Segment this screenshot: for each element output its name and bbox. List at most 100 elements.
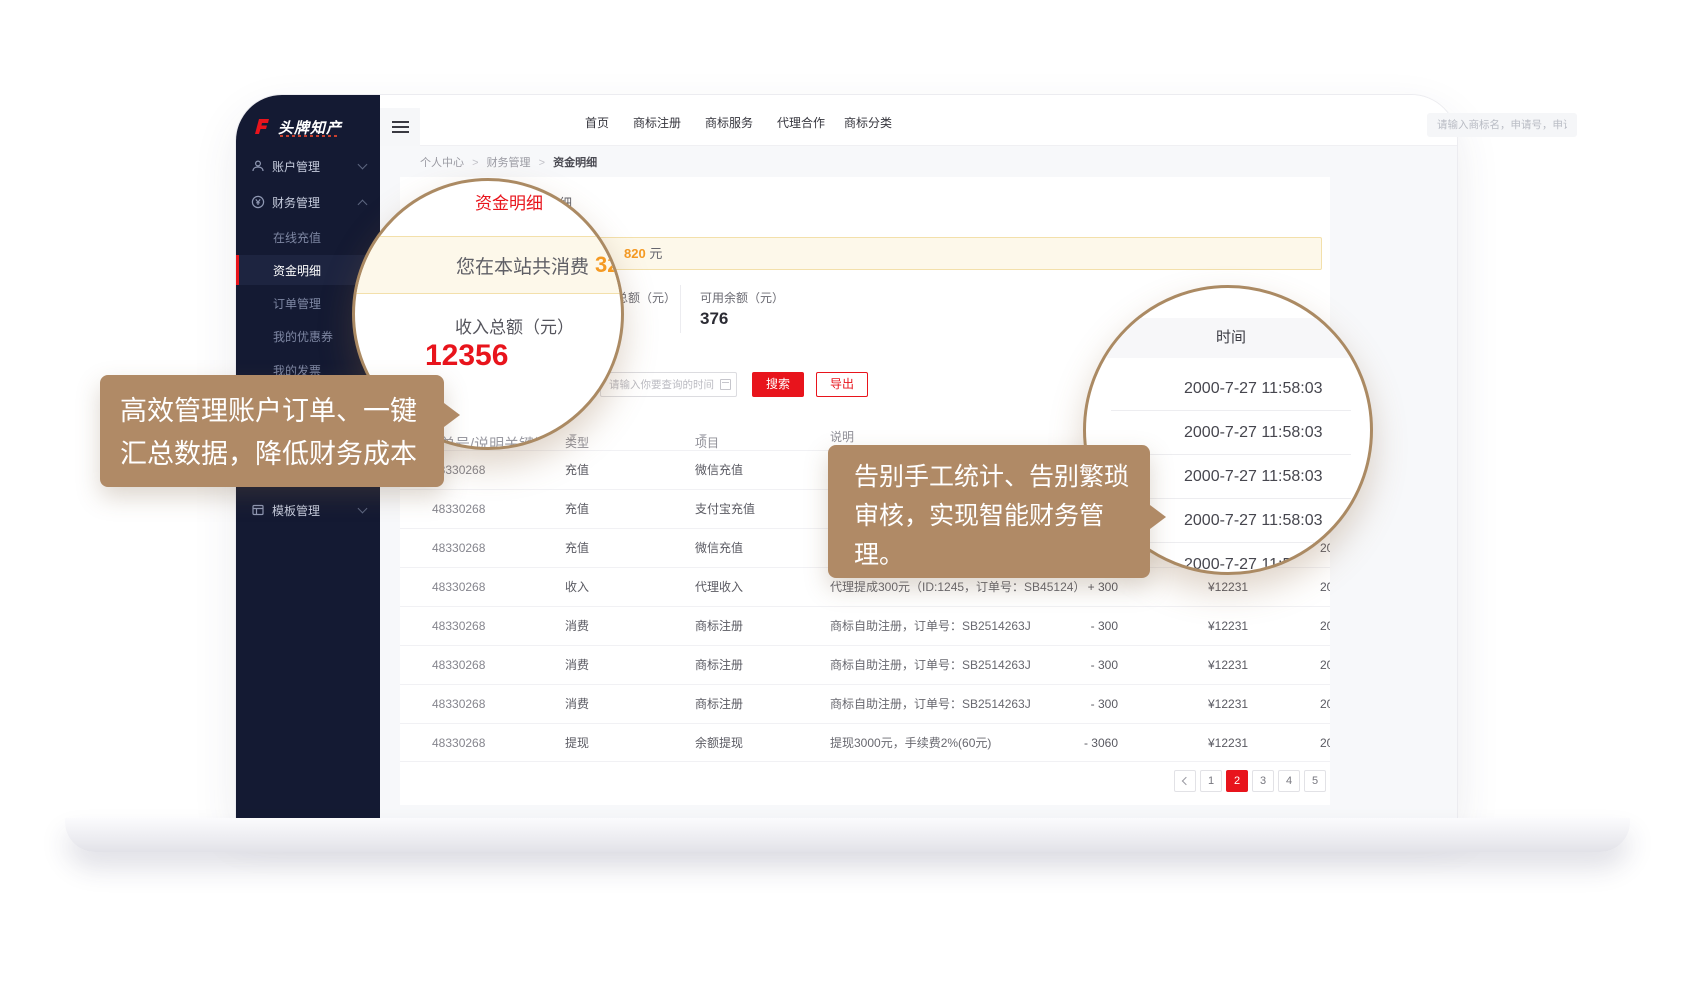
finance-icon bbox=[251, 195, 265, 209]
table-row: 48330268消费商标注册商标自助注册，订单号：SB2514263J- 300… bbox=[400, 606, 1330, 645]
sidebar-item-label: 资金明细 bbox=[273, 262, 321, 279]
cell-amount: - 300 bbox=[1020, 607, 1118, 646]
callout-line: 告别手工统计、告别繁琐 bbox=[854, 458, 1150, 497]
pagination: 12345 bbox=[1174, 770, 1326, 792]
cell-time: 2000-7-27 11:58:03 bbox=[1320, 685, 1330, 724]
magnified-time-row: 2000-7-27 11:58:03 bbox=[1111, 367, 1351, 411]
cell-project: 支付宝充值 bbox=[695, 490, 755, 529]
cell-id: 48330268 bbox=[432, 646, 485, 685]
top-navbar: 首页 商标注册 商标服务 代理合作 商标分类 bbox=[380, 95, 1457, 146]
cell-type: 充值 bbox=[565, 490, 589, 529]
cell-project: 余额提现 bbox=[695, 724, 743, 763]
breadcrumb-separator: > bbox=[472, 157, 478, 169]
cell-time: 2000-7-27 11:58:03 bbox=[1320, 607, 1330, 646]
callout-line: 审核，实现智能财务管 bbox=[854, 497, 1150, 536]
cell-id: 48330268 bbox=[432, 568, 485, 607]
template-icon bbox=[251, 503, 265, 517]
search-button[interactable]: 搜索 bbox=[752, 372, 804, 397]
sidebar-item-label: 账户管理 bbox=[272, 158, 320, 175]
callout-line: 理。 bbox=[854, 536, 1150, 575]
banner-tail-amount: 820 bbox=[624, 246, 646, 261]
page-button[interactable]: 5 bbox=[1304, 770, 1326, 792]
breadcrumb: 个人中心 > 财务管理 > 资金明细 bbox=[420, 154, 597, 170]
breadcrumb-separator: > bbox=[539, 157, 545, 169]
cell-type: 消费 bbox=[565, 685, 589, 724]
chevron-down-icon bbox=[358, 160, 368, 170]
banner-tail-text: 820 元 bbox=[624, 238, 662, 269]
cell-project: 商标注册 bbox=[695, 685, 743, 724]
cell-type: 消费 bbox=[565, 607, 589, 646]
sidebar-item-finance[interactable]: 财务管理 bbox=[236, 186, 380, 218]
nav-item-home[interactable]: 首页 bbox=[585, 114, 609, 131]
cell-id: 48330268 bbox=[432, 607, 485, 646]
banner-tail-unit: 元 bbox=[649, 246, 662, 261]
callout-line: 高效管理账户订单、一键 bbox=[120, 390, 444, 433]
magnified-income-value: 12356 bbox=[425, 339, 508, 373]
sidebar-item-template[interactable]: 模板管理 bbox=[236, 494, 380, 526]
cell-project: 微信充值 bbox=[695, 529, 743, 568]
menu-button[interactable] bbox=[380, 108, 420, 146]
page-button-active[interactable]: 2 bbox=[1226, 770, 1248, 792]
cell-type: 提现 bbox=[565, 724, 589, 763]
logo: 头牌知产 bbox=[252, 112, 372, 142]
page-button[interactable]: 1 bbox=[1200, 770, 1222, 792]
cell-project: 商标注册 bbox=[695, 607, 743, 646]
available-balance-label: 可用余额（元） bbox=[700, 289, 784, 306]
laptop-base bbox=[65, 818, 1630, 852]
cell-balance: ¥12231 bbox=[1208, 607, 1248, 646]
sidebar-item-account[interactable]: 账户管理 bbox=[236, 150, 380, 182]
header-desc: 说明 bbox=[830, 428, 854, 445]
page: 头牌知产 账户管理 财务管理 在线充值 资金明细 bbox=[0, 0, 1696, 1002]
cell-amount: - 300 bbox=[1020, 646, 1118, 685]
menu-icon bbox=[392, 121, 409, 123]
magnified-banner-prefix: 您在本站共消费 bbox=[456, 252, 589, 279]
date-query-input[interactable] bbox=[600, 372, 737, 397]
nav-item-agent-cooperation[interactable]: 代理合作 bbox=[777, 114, 825, 131]
page-button[interactable]: 3 bbox=[1252, 770, 1274, 792]
cell-project: 微信充值 bbox=[695, 451, 743, 490]
nav-item-trademark-category[interactable]: 商标分类 bbox=[844, 114, 892, 131]
prev-page-icon bbox=[1182, 777, 1190, 785]
export-button[interactable]: 导出 bbox=[816, 372, 868, 397]
calendar-icon bbox=[720, 379, 731, 390]
breadcrumb-item[interactable]: 个人中心 bbox=[420, 157, 464, 169]
cell-desc: 商标自助注册，订单号：SB2514263J bbox=[830, 685, 1031, 724]
sort-caret-icon bbox=[699, 434, 707, 438]
magnified-income-label: 收入总额（元） bbox=[455, 313, 574, 338]
page-button[interactable]: 4 bbox=[1278, 770, 1300, 792]
cell-id: 48330268 bbox=[432, 529, 485, 568]
sidebar-item-label: 在线充值 bbox=[273, 229, 321, 246]
nav-item-trademark-service[interactable]: 商标服务 bbox=[705, 114, 753, 131]
cell-project: 商标注册 bbox=[695, 646, 743, 685]
callout-right: 告别手工统计、告别繁琐 审核，实现智能财务管 理。 bbox=[828, 445, 1150, 578]
callout-left: 高效管理账户订单、一键 汇总数据，降低财务成本 bbox=[100, 375, 444, 487]
chevron-up-icon bbox=[358, 199, 368, 209]
cell-desc: 商标自助注册，订单号：SB2514263J bbox=[830, 646, 1031, 685]
callout-pointer-icon bbox=[1150, 505, 1166, 529]
cell-amount: - 300 bbox=[1020, 685, 1118, 724]
cell-type: 充值 bbox=[565, 529, 589, 568]
table-row: 48330268消费商标注册商标自助注册，订单号：SB2514263J- 300… bbox=[400, 645, 1330, 684]
cell-balance: ¥12231 bbox=[1208, 724, 1248, 763]
breadcrumb-current: 资金明细 bbox=[553, 157, 597, 169]
cell-project: 代理收入 bbox=[695, 568, 743, 607]
sidebar-item-label: 我的优惠券 bbox=[273, 328, 333, 345]
cell-time: 2000-7-27 11:58:03 bbox=[1320, 646, 1330, 685]
prev-page-button[interactable] bbox=[1174, 770, 1196, 792]
search-input[interactable] bbox=[1427, 113, 1577, 137]
chevron-down-icon bbox=[358, 504, 368, 514]
callout-line: 汇总数据，降低财务成本 bbox=[120, 433, 444, 476]
sort-caret-icon bbox=[569, 434, 577, 438]
sidebar-item-label: 模板管理 bbox=[272, 502, 320, 519]
breadcrumb-item[interactable]: 财务管理 bbox=[487, 157, 531, 169]
magnified-banner-amount: 32124 bbox=[595, 252, 624, 278]
nav-item-trademark-register[interactable]: 商标注册 bbox=[633, 114, 681, 131]
cell-type: 收入 bbox=[565, 568, 589, 607]
cell-id: 48330268 bbox=[432, 724, 485, 763]
callout-pointer-icon bbox=[444, 403, 460, 427]
logo-subtext-rule bbox=[280, 135, 340, 137]
cell-id: 48330268 bbox=[432, 490, 485, 529]
sidebar-item-label: 订单管理 bbox=[273, 295, 321, 312]
cell-time: 2000-7-27 11:58:03 bbox=[1320, 568, 1330, 607]
sidebar-item-label: 财务管理 bbox=[272, 194, 320, 211]
